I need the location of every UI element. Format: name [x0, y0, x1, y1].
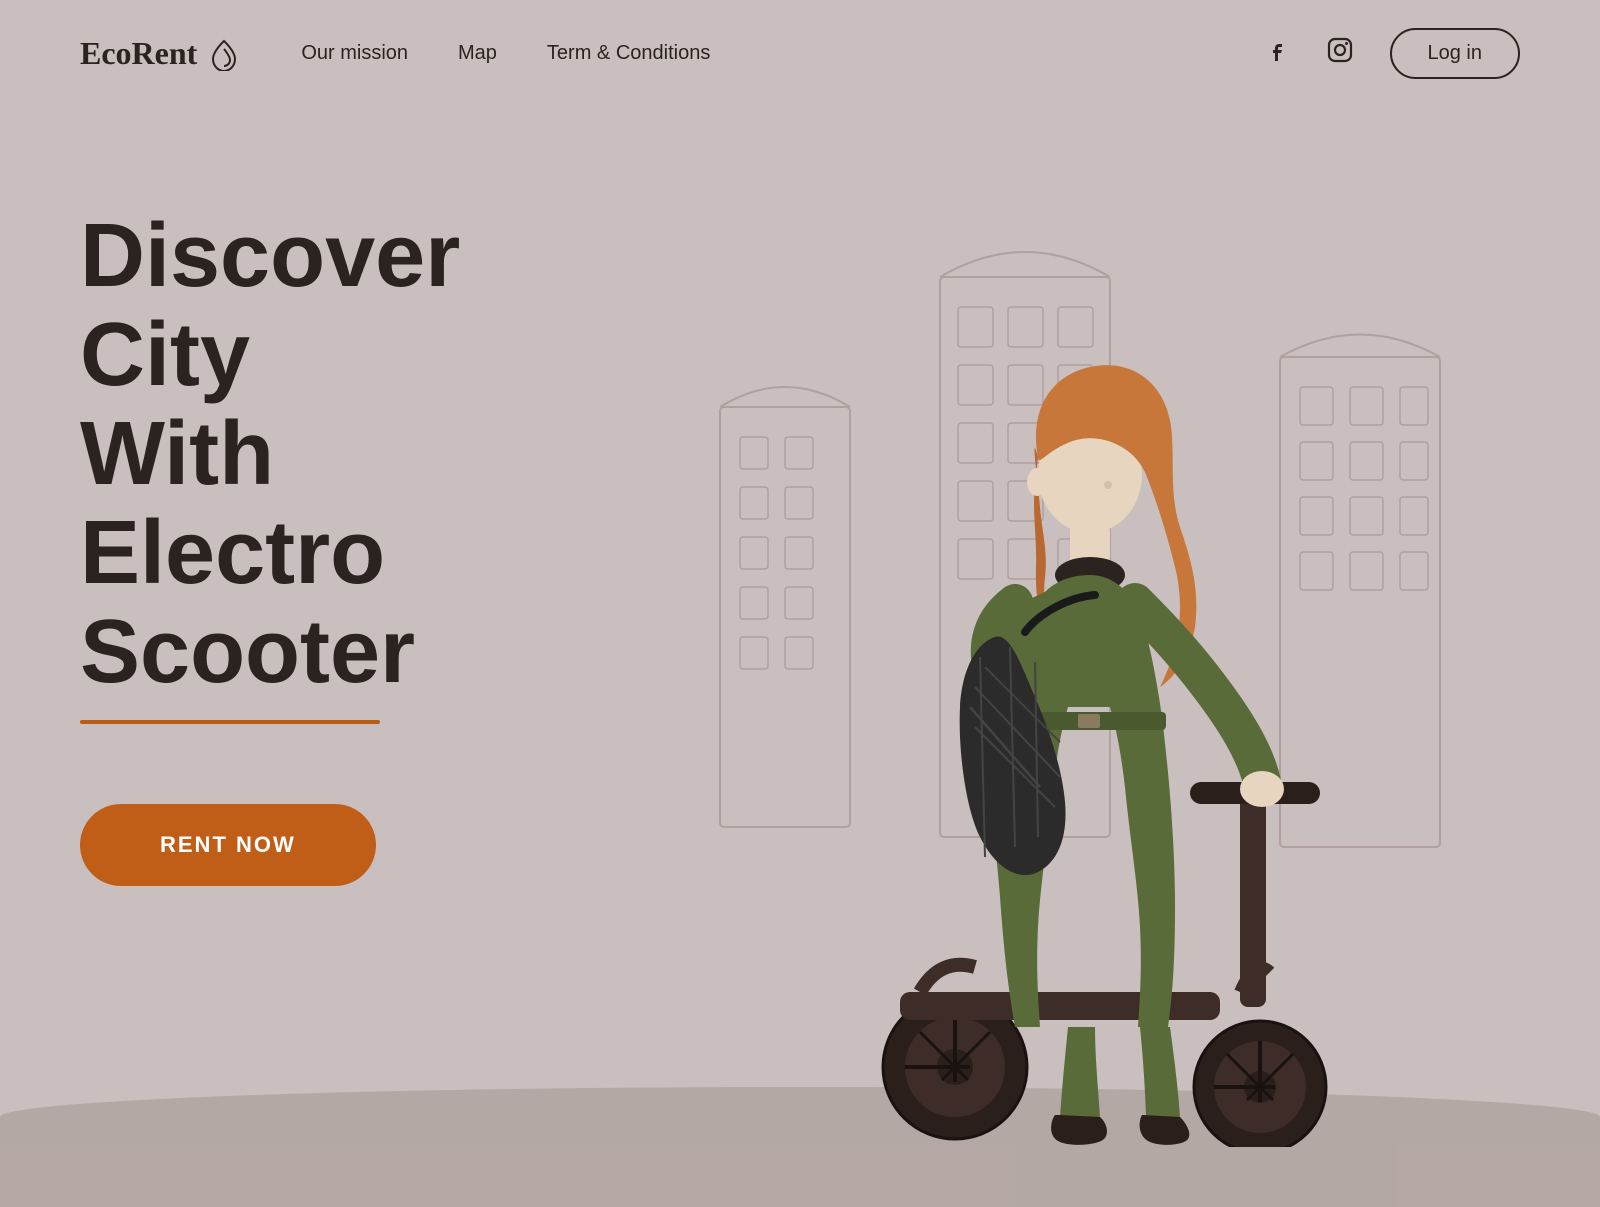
login-button[interactable]: Log in — [1390, 28, 1521, 79]
logo-icon — [207, 37, 241, 71]
nav-our-mission[interactable]: Our mission — [301, 42, 408, 65]
illustration — [640, 127, 1540, 1177]
rent-now-button[interactable]: RENT NOW — [80, 804, 376, 886]
nav-right: Log in — [1264, 28, 1521, 79]
navbar: EcoRent Our mission Map Term & Condition… — [0, 0, 1600, 107]
hero-section: Discover City With Electro Scooter RENT … — [0, 107, 1600, 1207]
facebook-icon[interactable] — [1264, 37, 1290, 70]
nav-terms[interactable]: Term & Conditions — [547, 42, 710, 65]
hero-text: Discover City With Electro Scooter RENT … — [80, 207, 600, 886]
logo-area[interactable]: EcoRent — [80, 35, 241, 72]
nav-links: Our mission Map Term & Conditions — [301, 42, 1263, 65]
hero-headline: Discover City With Electro Scooter — [80, 207, 600, 702]
logo-text: EcoRent — [80, 35, 197, 72]
headline-underline — [80, 720, 380, 724]
instagram-icon[interactable] — [1326, 36, 1354, 71]
nav-map[interactable]: Map — [458, 42, 497, 65]
person-scooter-svg — [800, 327, 1380, 1147]
